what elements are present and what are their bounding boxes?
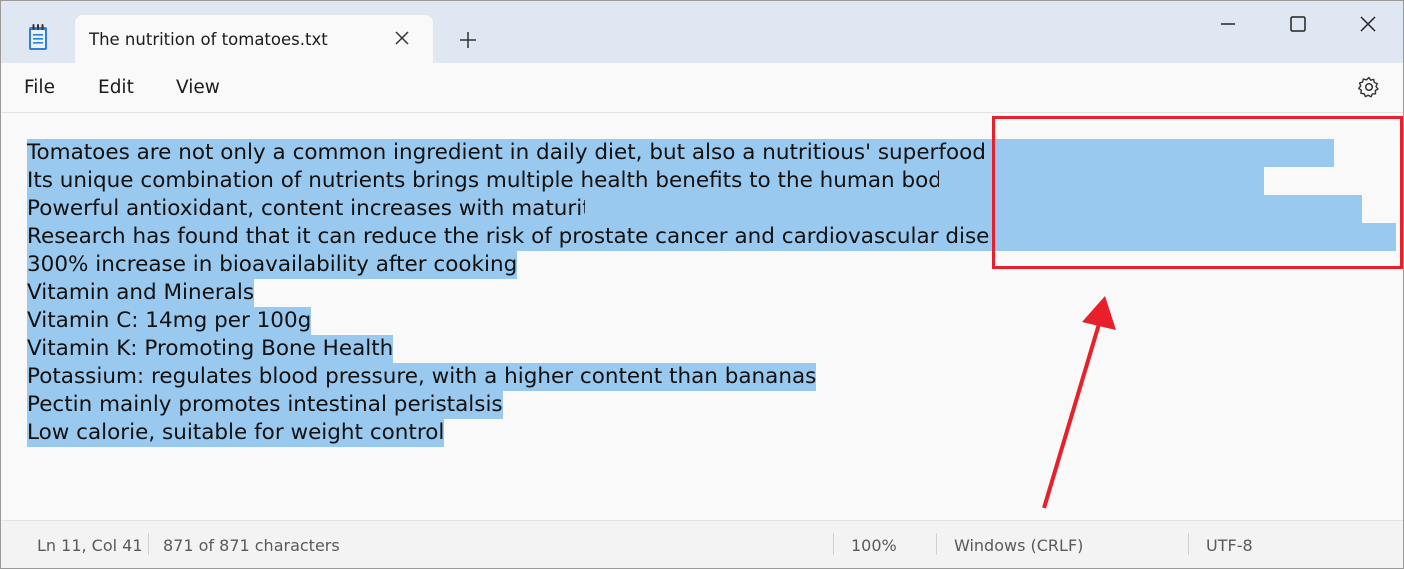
- close-window-icon[interactable]: [1345, 9, 1391, 39]
- cursor-position: Ln 11, Col 41: [37, 536, 143, 555]
- text-line-9: Potassium: regulates blood pressure, wit…: [27, 363, 817, 391]
- annotation-highlight-box: [992, 116, 1403, 269]
- text-line-2: Its unique combination of nutrients brin…: [27, 167, 959, 195]
- annotation-arrow-icon: [1042, 296, 1116, 509]
- title-bar[interactable]: The nutrition of tomatoes.txt: [1, 1, 1403, 64]
- text-line-8: Vitamin K: Promoting Bone Health: [27, 335, 394, 363]
- notepad-icon: [27, 23, 49, 51]
- status-divider: [1188, 533, 1189, 555]
- tab-title: The nutrition of tomatoes.txt: [89, 30, 328, 49]
- text-line-4: Research has found that it can reduce th…: [27, 223, 1028, 251]
- minimize-icon[interactable]: [1205, 9, 1251, 39]
- text-line-7: Vitamin C: 14mg per 100g: [27, 307, 312, 335]
- zoom-level[interactable]: 100%: [851, 536, 897, 555]
- menu-bar: File Edit View: [1, 63, 1403, 113]
- text-line-10: Pectin mainly promotes intestinal perist…: [27, 391, 503, 419]
- new-tab-plus-icon[interactable]: [457, 29, 479, 51]
- encoding[interactable]: UTF-8: [1206, 536, 1253, 555]
- gear-icon[interactable]: [1357, 75, 1381, 99]
- line-ending[interactable]: Windows (CRLF): [954, 536, 1083, 555]
- menu-view[interactable]: View: [172, 77, 224, 98]
- text-line-5: 300% increase in bioavailability after c…: [27, 251, 518, 279]
- text-line-3: Powerful antioxidant, content increases …: [27, 195, 604, 223]
- status-bar: Ln 11, Col 41 871 of 871 characters 100%…: [1, 520, 1403, 568]
- menu-edit[interactable]: Edit: [94, 77, 138, 98]
- status-divider: [148, 533, 149, 555]
- text-line-11: Low calorie, suitable for weight control: [27, 419, 445, 447]
- status-divider: [833, 533, 834, 555]
- text-line-6: Vitamin and Minerals: [27, 279, 255, 307]
- text-line-1: Tomatoes are not only a common ingredien…: [27, 139, 1006, 167]
- notepad-window: The nutrition of tomatoes.txt File Edit …: [0, 0, 1404, 569]
- maximize-icon[interactable]: [1275, 9, 1321, 39]
- document-tab[interactable]: The nutrition of tomatoes.txt: [75, 15, 433, 64]
- character-count: 871 of 871 characters: [163, 536, 340, 555]
- tab-close-icon[interactable]: [393, 29, 411, 47]
- status-divider: [936, 533, 937, 555]
- menu-file[interactable]: File: [20, 77, 59, 98]
